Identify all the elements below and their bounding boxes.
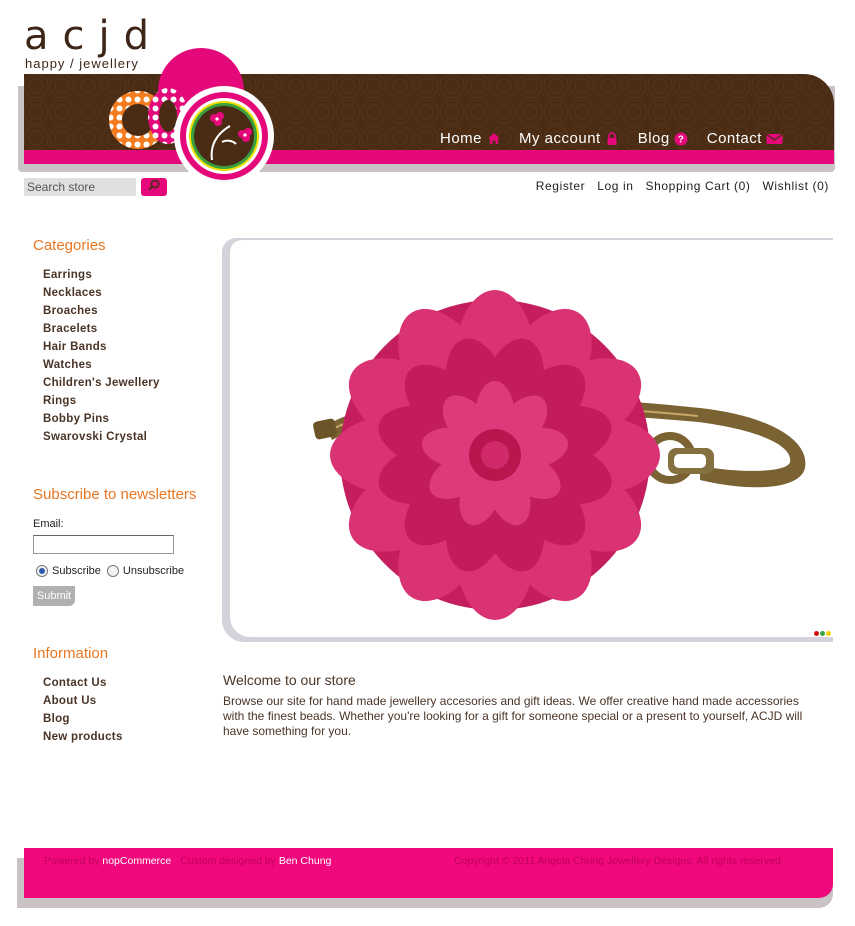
designer-link[interactable]: Ben Chung: [279, 855, 332, 867]
lock-icon: [605, 131, 620, 146]
search-icon: [147, 178, 161, 196]
unsubscribe-label: Unsubscribe: [122, 565, 185, 577]
category-swarovski-crystal[interactable]: Swarovski Crystal: [43, 428, 160, 446]
nav-blog-label: Blog: [637, 130, 670, 147]
nav-contact[interactable]: Contact: [707, 130, 784, 147]
search-input[interactable]: [24, 178, 136, 196]
category-rings[interactable]: Rings: [43, 392, 160, 410]
unsubscribe-radio[interactable]: [106, 565, 119, 577]
emblem-logo: [174, 86, 274, 186]
newsletter-title: Subscribe to newsletters: [33, 486, 197, 503]
welcome-title: Welcome to our store: [223, 672, 356, 688]
help-icon: ?: [674, 132, 689, 146]
mail-icon: [766, 132, 784, 146]
slider-dot-3[interactable]: [826, 631, 831, 636]
shopping-cart-link[interactable]: Shopping Cart (0): [646, 179, 751, 193]
category-earrings[interactable]: Earrings: [43, 266, 160, 284]
home-icon: [486, 132, 501, 146]
register-link[interactable]: Register: [536, 179, 585, 193]
category-bobby-pins[interactable]: Bobby Pins: [43, 410, 160, 428]
header-pink-strip: [24, 150, 834, 164]
information-title: Information: [33, 645, 109, 662]
newsletter-submit-button[interactable]: Submit: [33, 586, 75, 606]
login-link[interactable]: Log in: [597, 179, 633, 193]
banner-slide-image[interactable]: [230, 240, 833, 637]
info-contact-us[interactable]: Contact Us: [43, 674, 123, 692]
svg-text:?: ?: [678, 134, 685, 145]
footer-copyright: Copyright © 2011 Angela Chung Jewellery …: [454, 855, 784, 867]
newsletter-email-field[interactable]: [33, 535, 174, 554]
nav-my-account-label: My account: [519, 130, 601, 147]
footer-credits: Powered by nopCommerce Custom designed b…: [44, 855, 331, 867]
search-button[interactable]: [141, 178, 167, 196]
info-about-us[interactable]: About Us: [43, 692, 123, 710]
nav-my-account[interactable]: My account: [519, 130, 620, 147]
welcome-body: Browse our site for hand made jewellery …: [223, 694, 803, 738]
category-childrens-jewellery[interactable]: Children's Jewellery: [43, 374, 160, 392]
nav-contact-label: Contact: [706, 130, 762, 147]
powered-by-text: Powered by: [44, 855, 100, 867]
category-necklaces[interactable]: Necklaces: [43, 284, 160, 302]
nav-home[interactable]: Home: [440, 130, 501, 147]
slider-pagination: [814, 631, 831, 636]
subscribe-label: Subscribe: [52, 565, 101, 577]
category-watches[interactable]: Watches: [43, 356, 160, 374]
header-links: Register Log in Shopping Cart (0) Wishli…: [536, 179, 829, 193]
slider-dot-2[interactable]: [820, 631, 825, 636]
wishlist-link[interactable]: Wishlist (0): [762, 179, 829, 193]
info-new-products[interactable]: New products: [43, 728, 123, 746]
category-broaches[interactable]: Broaches: [43, 302, 160, 320]
info-blog[interactable]: Blog: [43, 710, 123, 728]
email-label: Email:: [33, 518, 64, 530]
newsletter-options: Subscribe Unsubscribe: [36, 565, 184, 577]
site-logo[interactable]: acjd: [24, 16, 163, 56]
categories-list: Earrings Necklaces Broaches Bracelets Ha…: [43, 266, 160, 446]
site-tagline: happy / jewellery: [25, 56, 139, 71]
subscribe-radio[interactable]: [36, 565, 48, 577]
main-nav: Home My account Blog ? Contact: [440, 130, 802, 147]
nav-blog[interactable]: Blog ?: [638, 130, 689, 147]
category-hair-bands[interactable]: Hair Bands: [43, 338, 160, 356]
footer: Powered by nopCommerce Custom designed b…: [24, 848, 833, 898]
category-bracelets[interactable]: Bracelets: [43, 320, 160, 338]
categories-title: Categories: [33, 237, 106, 254]
nav-home-label: Home: [440, 130, 483, 147]
designed-by-text: Custom designed by: [180, 855, 276, 867]
nopcommerce-link[interactable]: nopCommerce: [102, 855, 171, 867]
slider-dot-1[interactable]: [814, 631, 819, 636]
information-list: Contact Us About Us Blog New products: [43, 674, 123, 746]
